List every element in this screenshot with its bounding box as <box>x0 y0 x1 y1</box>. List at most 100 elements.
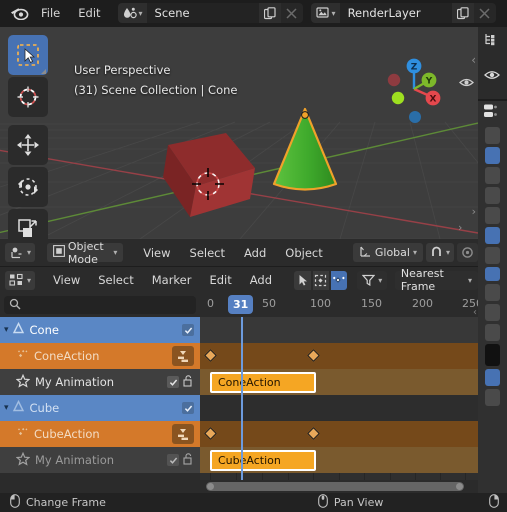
search-input[interactable] <box>4 296 196 314</box>
prop-tab-tool[interactable] <box>485 127 500 144</box>
prop-tab-constraints[interactable] <box>485 344 500 366</box>
ds-menu-edit[interactable]: Edit <box>201 271 239 289</box>
gizmo-axis-z-label: Z <box>411 63 418 73</box>
snap-mode-dropdown[interactable]: Nearest Frame ▾ <box>394 267 479 293</box>
status-label: Change Frame <box>26 496 106 509</box>
channel-footer <box>0 480 200 493</box>
timeline-ruler[interactable]: 0 50 100 150 200 250 31 ‹ <box>200 293 483 318</box>
navigation-gizmo[interactable]: Z Y X <box>380 55 448 123</box>
menu-edit[interactable]: Edit <box>69 3 109 23</box>
channel-list: ▾ Cone ConeAction My Animation ▾ Cube Cu… <box>0 317 200 480</box>
channel-nlatrack-my-animation-cube[interactable]: My Animation <box>0 447 200 473</box>
right-editors-column: › <box>458 27 507 493</box>
scrollbar-thumb[interactable] <box>206 482 464 491</box>
gizmo-axis-x-label: X <box>430 95 437 105</box>
proportional-edit-dashed-icon[interactable] <box>312 270 329 290</box>
editor-type-properties-icon[interactable] <box>483 103 501 122</box>
prop-tab-data[interactable] <box>485 369 500 386</box>
unlock-icon[interactable] <box>183 374 194 390</box>
triangle-down-icon[interactable]: ▾ <box>4 325 9 335</box>
view-layer-icon[interactable]: ▾ <box>310 3 340 23</box>
prop-tab-material[interactable] <box>485 389 500 406</box>
playhead[interactable] <box>241 317 243 480</box>
tool-rotate[interactable] <box>8 167 48 207</box>
nla-strip-coneaction[interactable]: ConeAction <box>210 372 316 393</box>
channel-object-cone[interactable]: ▾ Cone <box>0 317 200 343</box>
channel-enable-checkbox[interactable] <box>182 402 194 414</box>
scrollbar-handle-right[interactable] <box>456 483 463 490</box>
expand-sidebar-icon[interactable]: › <box>472 205 476 218</box>
nla-strip-cubeaction[interactable]: CubeAction <box>210 450 316 471</box>
viewlayer-new-button[interactable] <box>451 3 474 23</box>
editor-type-dopesheet-icon[interactable]: ▾ <box>5 270 36 290</box>
horizontal-scrollbar[interactable] <box>200 480 478 493</box>
vp-menu-select[interactable]: Select <box>182 244 233 262</box>
prop-tab-particles[interactable] <box>485 304 500 321</box>
current-frame-indicator[interactable]: 31 <box>228 295 254 314</box>
filter-funnel-icon[interactable]: ▾ <box>357 270 388 290</box>
search-icon <box>9 298 21 313</box>
tool-tweak-select-box[interactable] <box>8 35 48 75</box>
scene-unlink-button[interactable] <box>280 3 303 23</box>
vp-menu-view[interactable]: View <box>135 244 178 262</box>
outliner-editor[interactable] <box>478 27 507 99</box>
editor-type-outliner-icon[interactable] <box>484 32 500 50</box>
vp-menu-object[interactable]: Object <box>277 244 330 262</box>
unlock-icon[interactable] <box>183 452 194 468</box>
visibility-eye-icon[interactable] <box>459 77 474 91</box>
action-keyframes-icon <box>16 348 29 364</box>
channel-action-coneaction[interactable]: ConeAction <box>0 343 200 369</box>
channel-nlatrack-my-animation-cone[interactable]: My Animation <box>0 369 200 395</box>
editor-type-3dview-icon[interactable]: ▾ <box>5 243 36 262</box>
tool-cursor[interactable] <box>8 77 48 117</box>
chevron-down-icon: ▾ <box>412 248 417 257</box>
prop-tab-physics[interactable] <box>485 324 500 341</box>
nla-pushdown-button[interactable] <box>172 346 194 366</box>
prop-tab-modifiers[interactable] <box>485 284 500 301</box>
channel-object-cube[interactable]: ▾ Cube <box>0 395 200 421</box>
ruler-tick-0: 0 <box>207 297 214 310</box>
vp-menu-add[interactable]: Add <box>236 244 274 262</box>
viewlayer-name-field[interactable]: RenderLayer <box>339 3 452 23</box>
proportional-falloff-icon[interactable] <box>330 270 348 290</box>
prop-tab-viewlayer[interactable] <box>485 187 500 204</box>
scene-name-field[interactable]: Scene <box>146 3 259 23</box>
ds-menu-select[interactable]: Select <box>90 271 141 289</box>
expand-panel-arrow-icon[interactable]: › <box>458 221 462 234</box>
scene-data-icon[interactable]: ▾ <box>117 3 147 23</box>
menu-file[interactable]: File <box>32 3 69 23</box>
prop-tab-object[interactable] <box>485 267 500 281</box>
visibility-eye-icon[interactable] <box>484 69 500 84</box>
blender-window: File Edit ▾ Scene ▾ RenderLayer User Per… <box>0 0 507 512</box>
prop-tab-collection[interactable] <box>485 247 500 264</box>
ds-menu-view[interactable]: View <box>45 271 88 289</box>
ds-menu-add[interactable]: Add <box>242 271 280 289</box>
viewlayer-unlink-button[interactable] <box>473 3 496 23</box>
nla-pushdown-button[interactable] <box>172 424 194 444</box>
3d-viewport[interactable]: User Perspective (31) Scene Collection |… <box>0 27 478 239</box>
tool-move[interactable] <box>8 125 48 165</box>
channel-action-cubeaction[interactable]: CubeAction <box>0 421 200 447</box>
object-mode-selector[interactable]: Object Mode ▾ <box>46 240 124 266</box>
blender-logo-icon[interactable] <box>6 3 32 23</box>
scrollbar-handle-left[interactable] <box>207 483 214 490</box>
ds-menu-marker[interactable]: Marker <box>144 271 200 289</box>
snap-magnet-button[interactable]: ▾ <box>425 243 454 262</box>
scene-new-button[interactable] <box>258 3 281 23</box>
triangle-down-icon[interactable]: ▾ <box>4 403 9 413</box>
proportional-fcurve-icon[interactable] <box>294 270 311 290</box>
tool-scale[interactable] <box>8 209 48 239</box>
keyframe-area[interactable]: ConeAction CubeAction <box>200 317 478 480</box>
prop-tab-render[interactable] <box>485 147 500 164</box>
collapse-sidebar-icon[interactable]: ‹ <box>471 53 476 67</box>
prop-tab-output[interactable] <box>485 167 500 184</box>
nla-track-enable-checkbox[interactable] <box>167 454 179 466</box>
prop-tab-world[interactable] <box>485 227 500 244</box>
nla-strip-label: ConeAction <box>218 376 281 389</box>
prop-tab-scene[interactable] <box>485 207 500 224</box>
nla-track-enable-checkbox[interactable] <box>167 376 179 388</box>
transform-orientation-selector[interactable]: Global ▾ <box>352 243 423 262</box>
channel-enable-checkbox[interactable] <box>182 324 194 336</box>
proportional-edit-button[interactable] <box>457 243 478 262</box>
transform-orientation-icon <box>359 245 372 261</box>
